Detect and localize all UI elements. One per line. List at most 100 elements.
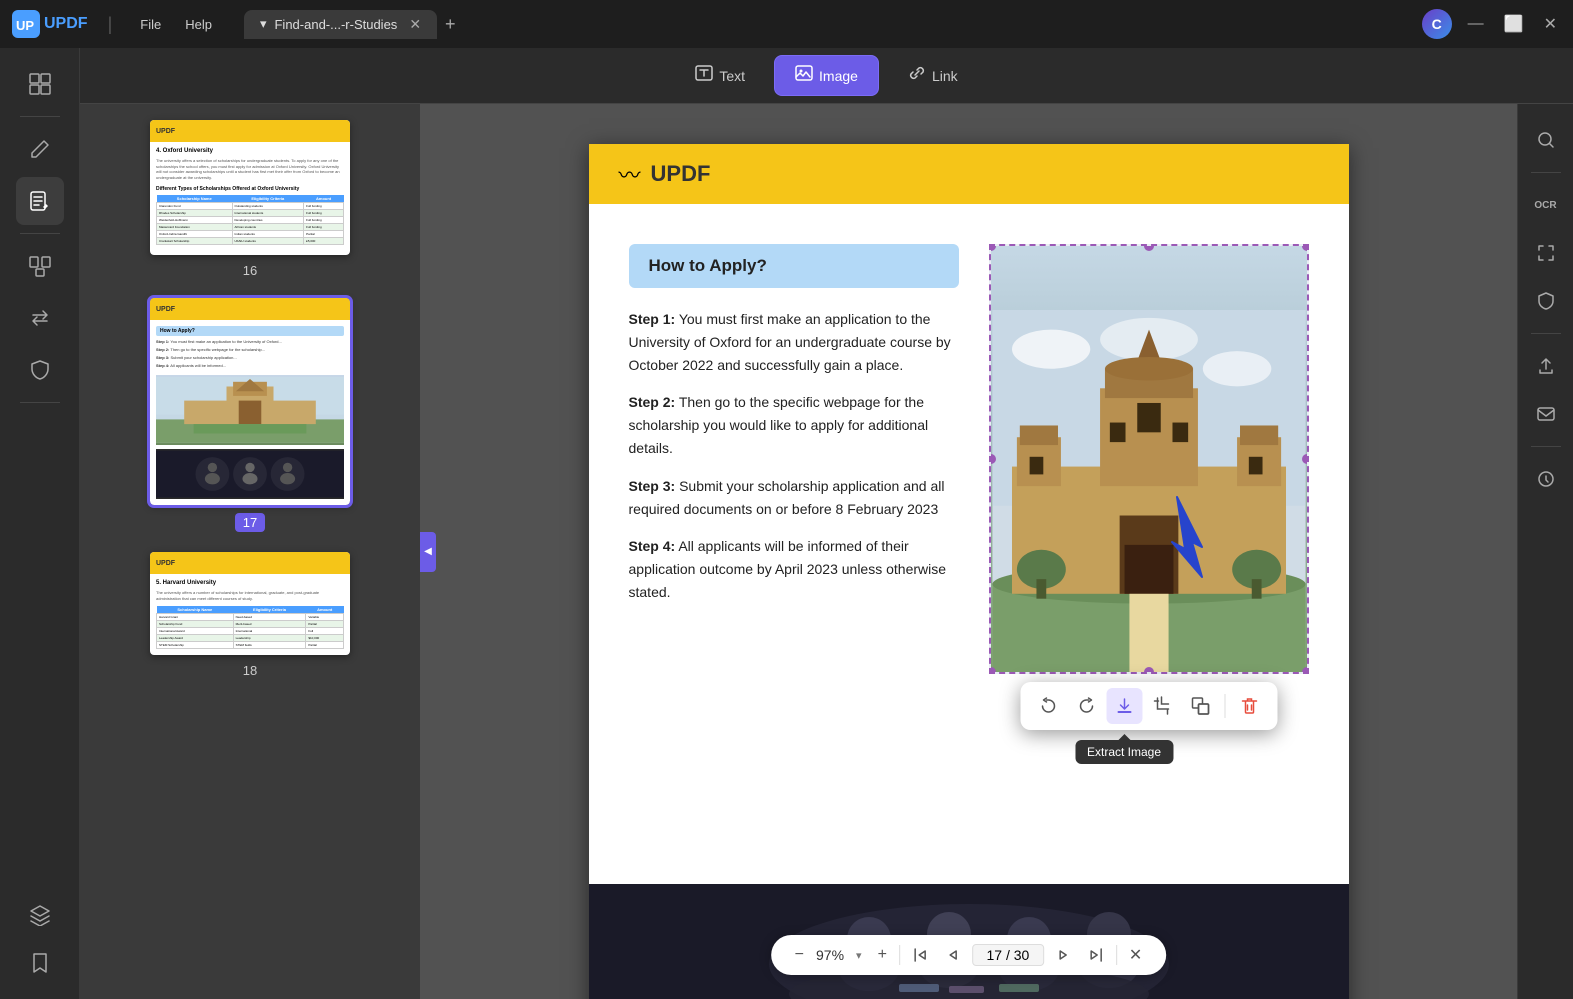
replace-btn[interactable]: [1182, 688, 1218, 724]
sidebar-icon-protect[interactable]: [16, 346, 64, 394]
rs-sep-1: [1531, 172, 1561, 173]
delete-image-btn[interactable]: [1231, 688, 1267, 724]
link-btn-label: Link: [932, 68, 958, 84]
sidebar-icon-convert[interactable]: [16, 294, 64, 342]
tp18-body: 5. Harvard University The university off…: [150, 574, 350, 654]
tp16-subtitle: Different Types of Scholarships Offered …: [156, 186, 344, 192]
thumbnail-panel: UPDF 4. Oxford University The university…: [80, 104, 420, 999]
last-page-btn[interactable]: [1084, 945, 1108, 965]
handle-top-left[interactable]: [989, 244, 996, 251]
updf-logo-icon: UP: [12, 10, 40, 38]
sidebar-icon-organize[interactable]: [16, 242, 64, 290]
tab-label: Find-and-...-r-Studies: [274, 17, 397, 32]
handle-mid-left[interactable]: [989, 454, 996, 464]
sidebar-sep-1: [20, 116, 60, 117]
image-tool-btn[interactable]: Image: [774, 55, 879, 96]
oxford-image-selected[interactable]: [989, 244, 1309, 674]
sidebar-icon-thumbnail[interactable]: [16, 60, 64, 108]
share-icon: [1536, 356, 1556, 376]
bottom-navigation-bar: − 97% ▾ +: [771, 935, 1167, 975]
rs-history-btn[interactable]: [1526, 459, 1566, 499]
rs-scan-btn[interactable]: [1526, 233, 1566, 273]
center-and-right: UPDF 4. Oxford University The university…: [80, 104, 1573, 999]
replace-icon: [1190, 696, 1210, 716]
thumbnail-page-17[interactable]: UPDF How to Apply? Step 1: You must firs…: [100, 298, 400, 532]
handle-mid-right[interactable]: [1302, 454, 1309, 464]
rotate-right-btn[interactable]: [1068, 688, 1104, 724]
rs-protect-btn[interactable]: [1526, 281, 1566, 321]
sidebar-icon-layers[interactable]: [16, 891, 64, 939]
step-3-block: Step 3: Submit your scholarship applicat…: [629, 475, 959, 521]
extract-image-btn[interactable]: Extract Image: [1106, 688, 1142, 724]
new-tab-btn[interactable]: +: [445, 14, 456, 35]
prev-page-btn[interactable]: [940, 945, 964, 965]
sidebar-sep-3: [20, 402, 60, 403]
tp17-step4: Step 4: All applicants will be informed.…: [156, 363, 344, 369]
sidebar-icon-annotate[interactable]: [16, 177, 64, 225]
history-icon: [1536, 469, 1556, 489]
step-4-text: All applicants will be informed of their…: [629, 538, 947, 600]
tab-close-btn[interactable]: ✕: [409, 16, 421, 33]
handle-bottom-right[interactable]: [1302, 667, 1309, 674]
convert-icon: [29, 307, 51, 329]
close-bar-btn[interactable]: ✕: [1125, 943, 1146, 967]
menu-help[interactable]: Help: [177, 13, 220, 36]
handle-bottom-mid[interactable]: [1144, 667, 1154, 674]
rs-search-btn[interactable]: [1526, 120, 1566, 160]
rs-share-btn[interactable]: [1526, 346, 1566, 386]
window-controls: C — ⬜ ✕: [1422, 9, 1561, 39]
text-tool-icon: [695, 64, 713, 87]
rs-sep-3: [1531, 446, 1561, 447]
active-tab[interactable]: ▾ Find-and-...-r-Studies ✕: [244, 10, 437, 39]
menu-file[interactable]: File: [132, 13, 169, 36]
sidebar-icon-bookmark[interactable]: [16, 939, 64, 987]
blue-arrow-svg: [1147, 487, 1247, 587]
protect-icon: [29, 359, 51, 381]
minimize-btn[interactable]: —: [1464, 11, 1488, 37]
rs-email-btn[interactable]: [1526, 394, 1566, 434]
how-to-apply-box: How to Apply?: [629, 244, 959, 288]
step-1-text: You must first make an application to th…: [629, 311, 951, 373]
text-icon-svg: [695, 64, 713, 82]
title-bar: UP UPDF | File Help ▾ Find-and-...-r-Stu…: [0, 0, 1573, 48]
zoom-dropdown-btn[interactable]: ▾: [852, 947, 866, 964]
delete-icon: [1239, 696, 1259, 716]
organize-icon: [29, 255, 51, 277]
image-icon-svg: [795, 64, 813, 82]
user-avatar[interactable]: C: [1422, 9, 1452, 39]
maximize-btn[interactable]: ⬜: [1500, 10, 1528, 38]
thumbnail-page-18[interactable]: UPDF 5. Harvard University The universit…: [100, 552, 400, 677]
main-area: ◀ 〰 UPDF How to Apply?: [420, 104, 1573, 999]
menu-bar: File Help: [132, 13, 220, 36]
first-page-btn[interactable]: [908, 945, 932, 965]
link-tool-btn[interactable]: Link: [887, 55, 979, 96]
text-tool-btn[interactable]: Text: [674, 55, 766, 96]
sidebar-bottom: [16, 891, 64, 987]
step-4-label: Step 4:: [629, 538, 676, 554]
close-btn[interactable]: ✕: [1540, 10, 1561, 38]
sidebar-icon-edit[interactable]: [16, 125, 64, 173]
pdf-content: How to Apply? Step 1: You must first mak…: [589, 204, 1349, 714]
tp18-header: UPDF: [150, 552, 350, 574]
handle-top-mid[interactable]: [1144, 244, 1154, 251]
zoom-out-btn[interactable]: −: [791, 944, 808, 966]
handle-bottom-left[interactable]: [989, 667, 996, 674]
tp17-students-svg: [156, 449, 344, 499]
handle-top-right[interactable]: [1302, 244, 1309, 251]
last-page-icon: [1088, 947, 1104, 963]
tp17-step3: Step 3: Submit your scholarship applicat…: [156, 355, 344, 361]
page-number-input[interactable]: [972, 944, 1044, 966]
rs-ocr-btn[interactable]: OCR: [1526, 185, 1566, 225]
thumbnail-page-16[interactable]: UPDF 4. Oxford University The university…: [100, 120, 400, 278]
collapse-panel-btn[interactable]: ◀: [420, 532, 436, 572]
step-4-block: Step 4: All applicants will be informed …: [629, 535, 959, 604]
next-page-btn[interactable]: [1052, 945, 1076, 965]
tp17-how-title: How to Apply?: [156, 326, 344, 336]
crop-btn[interactable]: [1144, 688, 1180, 724]
rotate-left-btn[interactable]: [1030, 688, 1066, 724]
tp17-oxford-img: [156, 375, 344, 445]
logo-text: UPDF: [44, 15, 88, 33]
zoom-in-btn[interactable]: +: [874, 944, 891, 966]
title-sep: |: [108, 14, 113, 35]
tp17-body: How to Apply? Step 1: You must first mak…: [150, 320, 350, 505]
